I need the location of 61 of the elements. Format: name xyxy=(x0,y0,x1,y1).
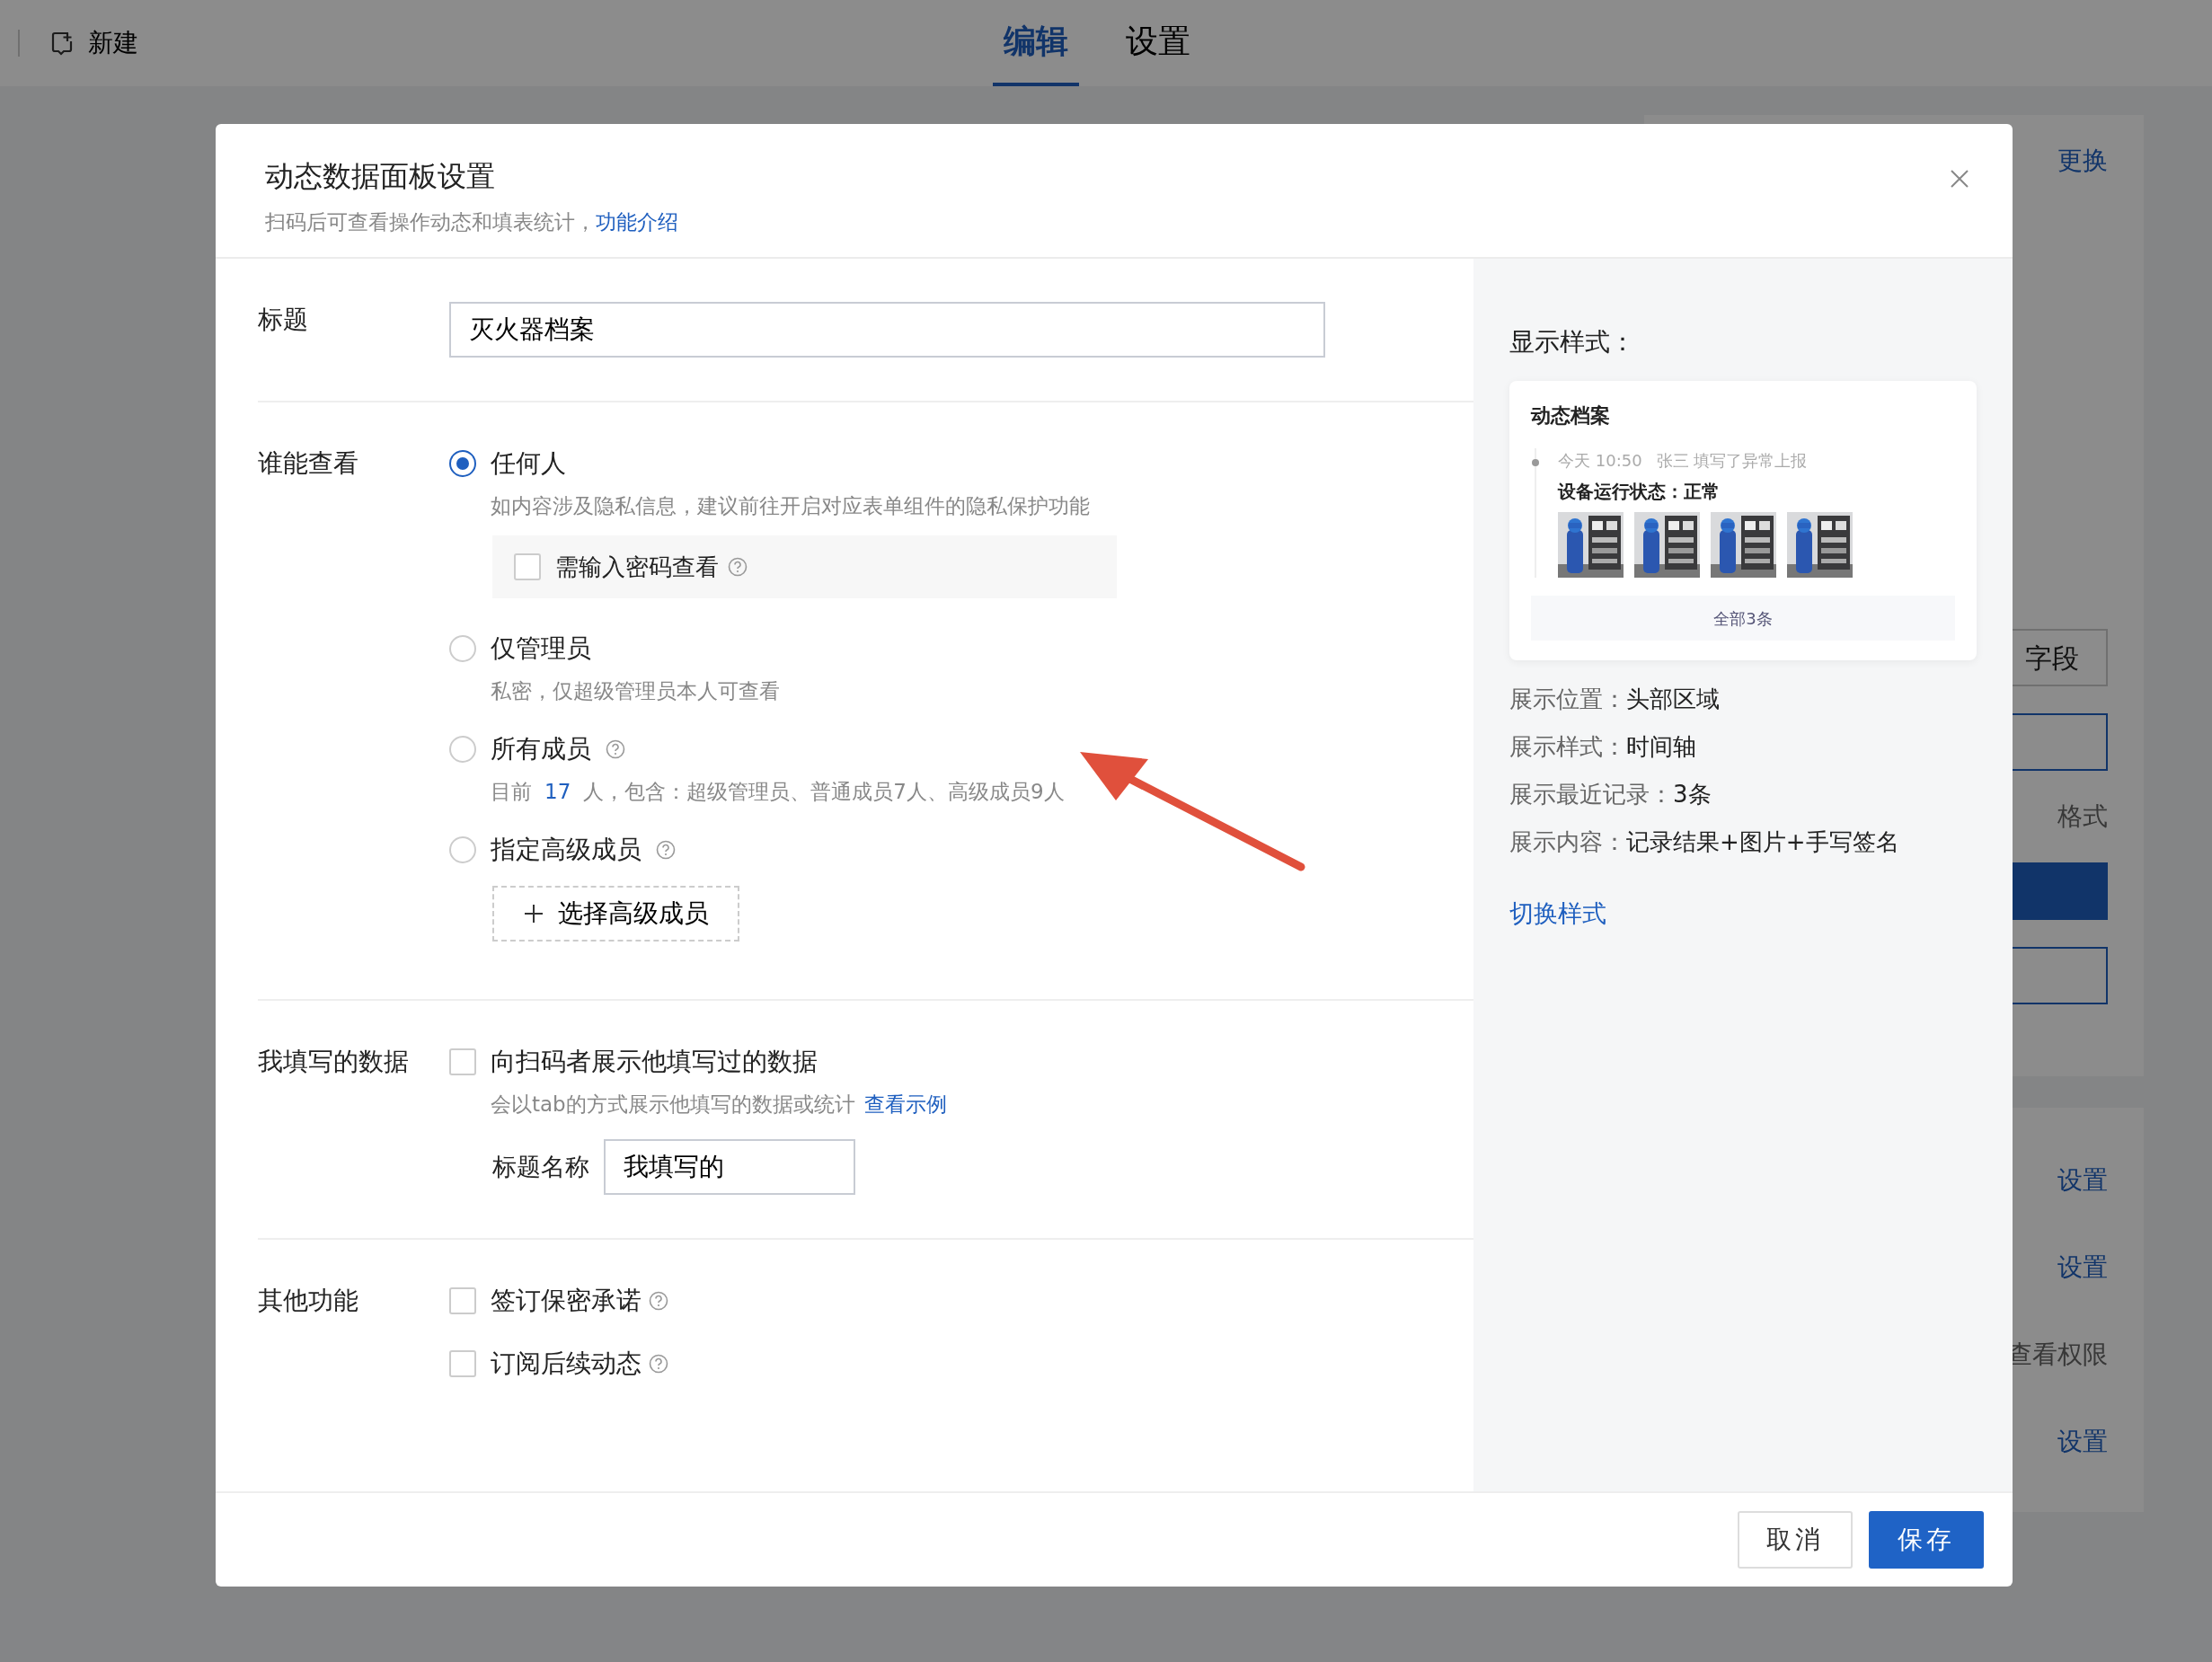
detail-label: 展示最近记录： xyxy=(1509,780,1673,809)
dialog-subtitle: 扫码后可查看操作动态和填表统计，功能介绍 xyxy=(265,209,679,235)
title-input[interactable]: 灭火器档案 xyxy=(449,302,1325,358)
detail-value: 3条 xyxy=(1673,780,1712,809)
settings-link[interactable]: 设置 xyxy=(2057,1249,2108,1286)
field-label: 标题名称 xyxy=(492,1151,589,1182)
name-input[interactable]: 我填写的 xyxy=(604,1139,855,1195)
label-text: 格式 xyxy=(2057,800,2108,833)
entry-text: 设备运行状态：正常 xyxy=(1558,480,1721,504)
detail-value: 时间轴 xyxy=(1626,732,1696,762)
timeline-dot xyxy=(1532,459,1539,466)
help-icon xyxy=(649,1354,668,1374)
new-note-icon xyxy=(50,31,74,56)
field-label: 谁能查看 xyxy=(258,447,359,480)
hint-text: 如内容涉及隐私信息，建议前往开启对应表单组件的隐私保护功能 xyxy=(491,493,1091,519)
checkbox[interactable] xyxy=(449,1048,476,1075)
checkbox-option[interactable]: 需输入密码查看 xyxy=(514,549,719,585)
checkbox-option[interactable]: 签订保密承诺 xyxy=(449,1283,641,1319)
checkbox-option[interactable]: 订阅后续动态 xyxy=(449,1346,641,1382)
save-button[interactable]: 保存 xyxy=(1869,1511,1984,1569)
hint-text: 目前 17 人，包含：超级管理员、普通成员7人、高级成员9人 xyxy=(491,779,1066,805)
entry-meta: 张三 填写了异常上报 xyxy=(1656,450,1808,472)
detail-label: 展示内容： xyxy=(1509,827,1626,857)
help-icon xyxy=(649,1291,668,1311)
tab[interactable]: 编辑 xyxy=(993,0,1079,86)
checkbox[interactable] xyxy=(449,1287,476,1314)
field-label: 我填写的数据 xyxy=(258,1046,410,1078)
settings-link[interactable]: 更换 xyxy=(2057,142,2108,180)
settings-link[interactable]: 设置 xyxy=(2057,1162,2108,1199)
radio-option[interactable]: 仅管理员 xyxy=(449,631,591,667)
radio-option[interactable]: 所有成员 xyxy=(449,731,591,767)
dialog-title: 动态数据面板设置 xyxy=(265,158,495,195)
intro-link[interactable]: 功能介绍 xyxy=(596,210,678,234)
detail-value: 记录结果+图片+手写签名 xyxy=(1626,827,1899,857)
field-label: 标题 xyxy=(258,304,309,336)
detail-value: 头部区域 xyxy=(1626,685,1720,714)
show-all-button[interactable]: 全部3条 xyxy=(1531,596,1955,641)
new-button[interactable]: 新建 xyxy=(50,24,138,62)
checkbox[interactable] xyxy=(514,553,541,580)
entry-time: 今天 10:50 xyxy=(1558,450,1642,472)
add-member-button[interactable]: 选择高级成员 xyxy=(492,886,739,942)
hint-text: 私密，仅超级管理员本人可查看 xyxy=(491,678,781,704)
checkbox[interactable] xyxy=(449,1350,476,1377)
radio-option[interactable]: 任何人 xyxy=(449,446,566,482)
help-icon xyxy=(728,557,748,577)
radio-option[interactable]: 指定高级成员 xyxy=(449,832,641,868)
plus-icon xyxy=(523,904,544,924)
preview-heading: 显示样式： xyxy=(1509,326,1636,358)
radio-button[interactable] xyxy=(449,450,476,477)
field-label: 其他功能 xyxy=(258,1285,359,1317)
checkbox-option[interactable]: 向扫码者展示他填写过的数据 xyxy=(449,1044,947,1080)
detail-label: 展示位置： xyxy=(1509,685,1626,714)
tab[interactable]: 设置 xyxy=(1115,0,1201,86)
switch-style-link[interactable]: 切换样式 xyxy=(1509,896,1606,933)
settings-link[interactable]: 设置 xyxy=(2057,1423,2108,1461)
card-title: 动态档案 xyxy=(1531,403,1611,429)
close-icon xyxy=(1950,168,1969,189)
hint-text: 会以tab的方式展示他填写的数据或统计 查看示例 xyxy=(491,1092,947,1118)
detail-label: 展示样式： xyxy=(1509,732,1626,762)
cancel-button[interactable]: 取消 xyxy=(1738,1511,1853,1569)
example-link[interactable]: 查看示例 xyxy=(863,1092,947,1116)
